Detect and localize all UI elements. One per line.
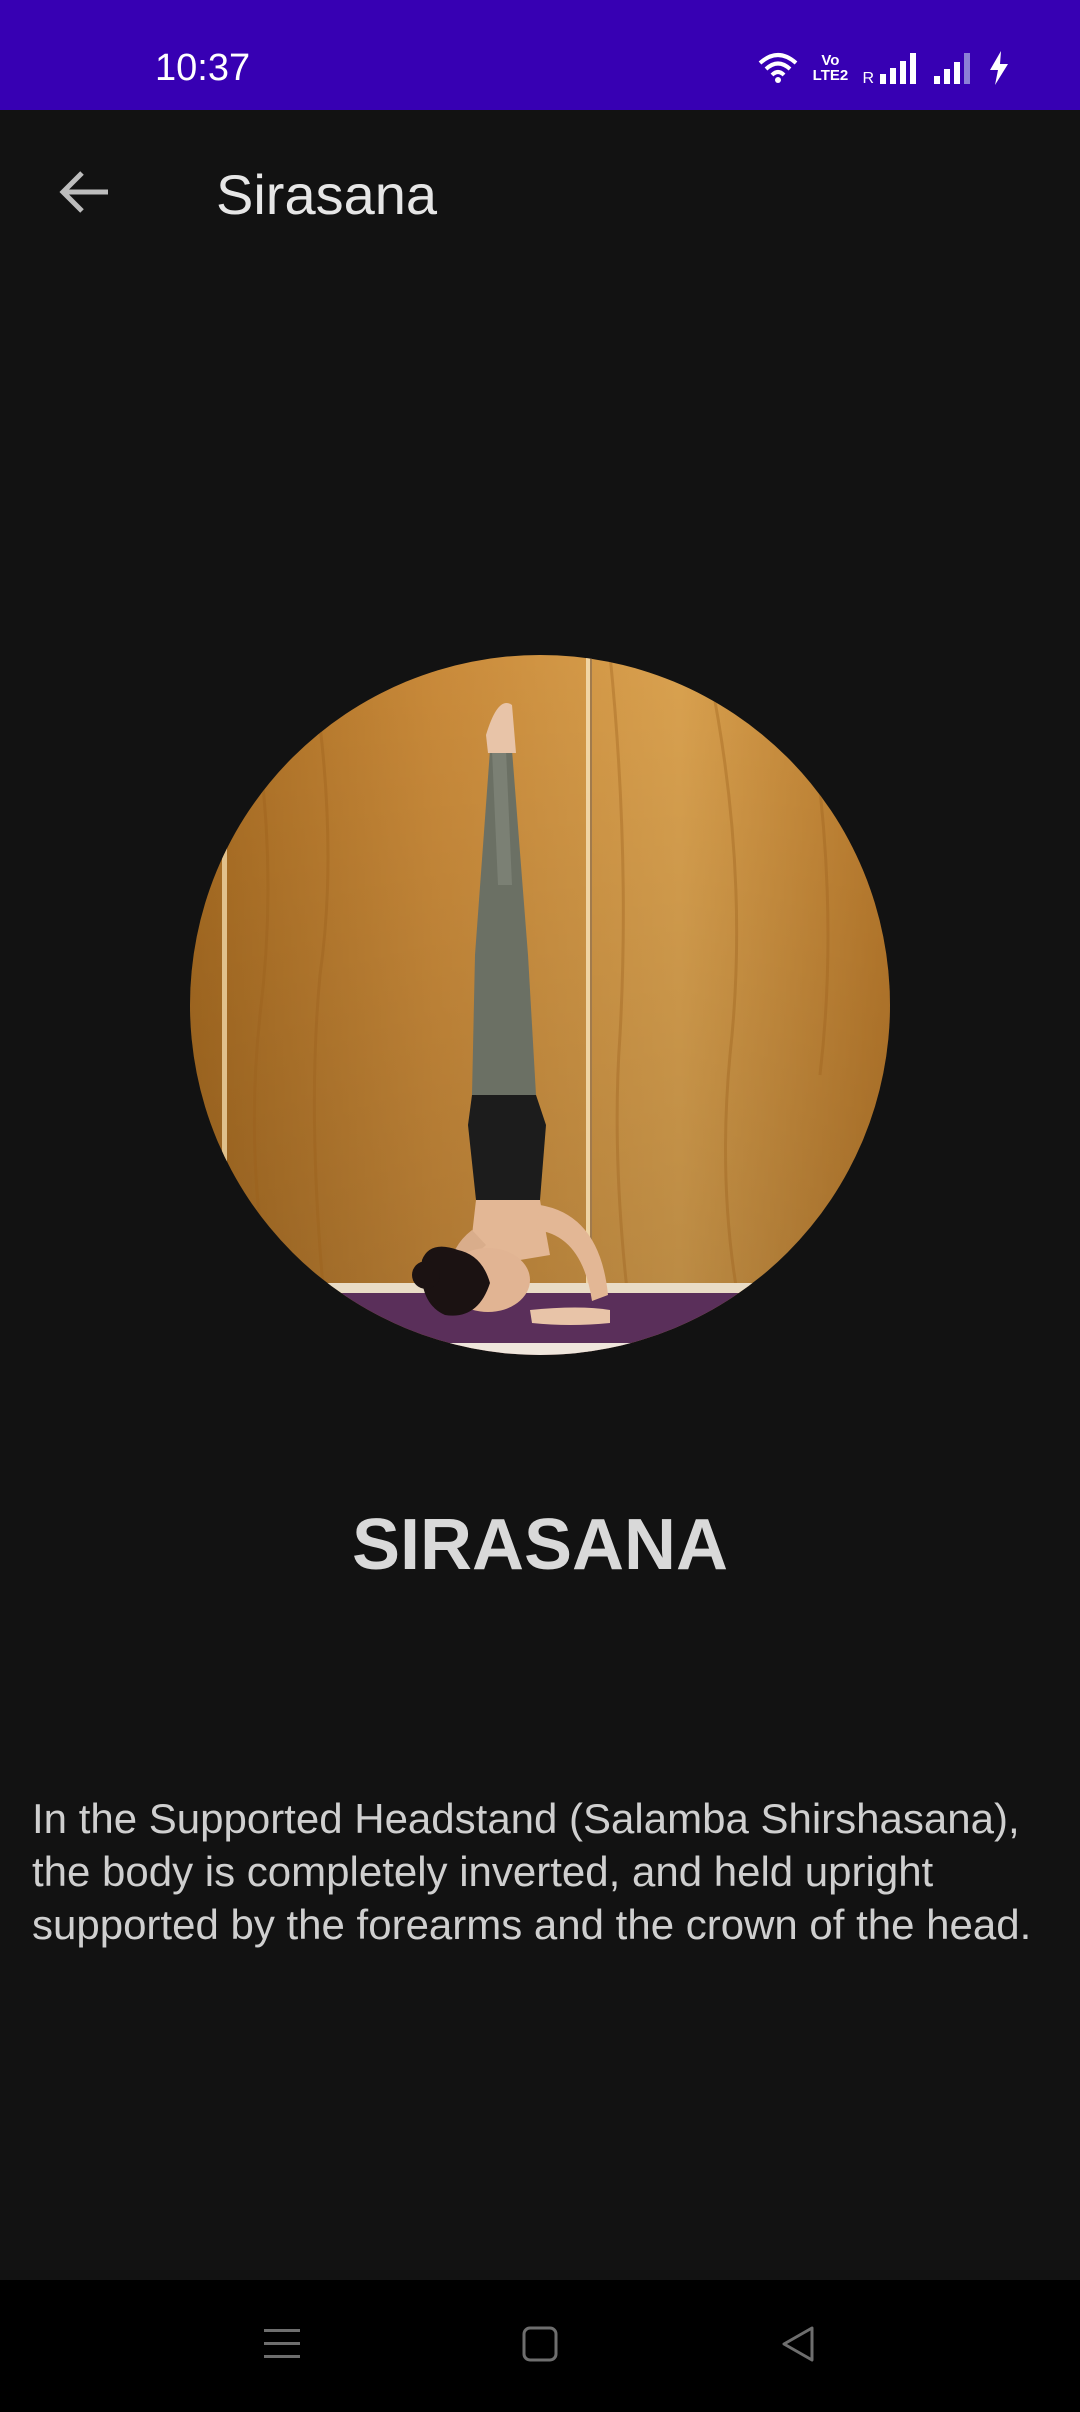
arrow-left-icon [58,170,110,219]
status-icons: Vo LTE2 R [758,48,1010,88]
charging-icon [988,51,1010,85]
back-button[interactable] [42,152,126,236]
pose-name-heading: SIRASANA [351,1505,729,1585]
recent-apps-button[interactable] [244,2308,320,2384]
pose-image [190,655,890,1355]
menu-icon [262,2326,302,2367]
system-back-button[interactable] [760,2308,836,2384]
volte-icon: Vo LTE2 [812,52,849,84]
home-square-icon [520,2324,560,2369]
page-title: Sirasana [216,163,438,226]
system-nav-bar [0,2280,1080,2412]
wifi-icon [758,51,798,85]
status-bar: 10:37 Vo LTE2 R [0,0,1080,110]
app-screen: 10:37 Vo LTE2 R Sirasana SIRASANA In the… [0,0,1080,2412]
volte-bottom-label: LTE2 [812,67,849,84]
status-time: 10:37 [155,47,251,89]
home-button[interactable] [502,2308,578,2384]
app-bar: Sirasana [0,110,1080,278]
signal-icon [880,52,920,84]
headstand-photo [190,655,890,1355]
pose-description: In the Supported Headstand (Salamba Shir… [32,1795,1032,1948]
signal-icon-2 [934,52,974,84]
roaming-label: R [862,70,874,87]
back-triangle-icon [778,2324,818,2369]
volte-top-label: Vo [821,52,840,69]
